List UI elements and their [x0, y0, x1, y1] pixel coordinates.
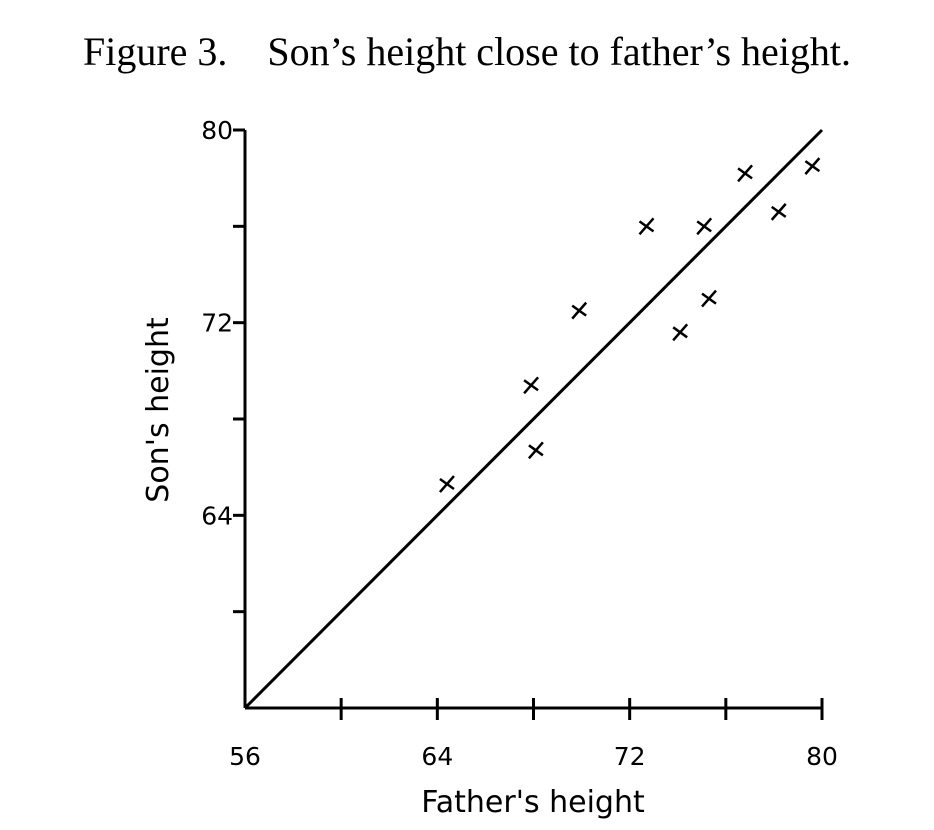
data-point [804, 157, 821, 175]
y-tick-label: 72 [201, 309, 233, 338]
x-tick-label: 80 [806, 742, 838, 771]
x-tick-label: 64 [421, 742, 453, 771]
data-point [701, 289, 717, 308]
data-point [439, 475, 455, 493]
data-point [571, 301, 588, 320]
y-tick-label: 80 [201, 116, 233, 145]
data-points [439, 157, 821, 493]
reference-line [243, 128, 824, 710]
data-point [770, 203, 787, 221]
x-axis-label: Father's height [421, 785, 645, 820]
y-axis-label: Son's height [141, 317, 176, 503]
data-point [672, 323, 689, 342]
tick-labels: 56 64 72 80 64 72 80 [201, 116, 838, 771]
data-point [523, 376, 540, 395]
data-point [737, 164, 754, 183]
x-tick-label: 72 [614, 742, 646, 771]
scatter-chart: 56 64 72 80 64 72 80 Father's height Son's hei… [141, 116, 838, 820]
data-point [638, 217, 655, 236]
x-tick-label: 56 [229, 742, 261, 771]
data-point [696, 217, 713, 236]
data-point [527, 441, 544, 460]
y-tick-label: 64 [201, 501, 233, 530]
